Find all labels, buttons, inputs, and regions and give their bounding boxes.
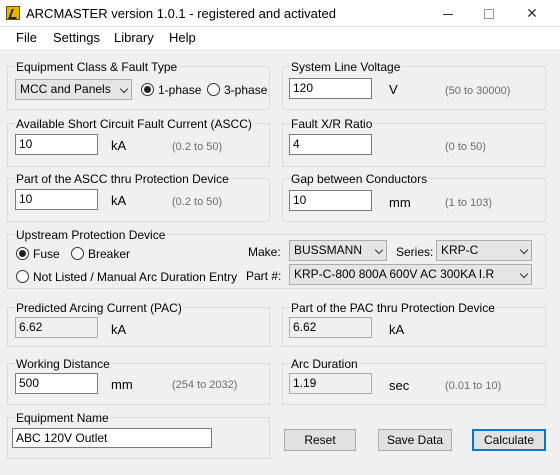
menu-settings[interactable]: Settings	[53, 30, 100, 45]
arc-duration-unit: sec	[389, 378, 410, 393]
manual-arc-label[interactable]: Not Listed / Manual Arc Duration Entry	[33, 270, 237, 284]
arc-duration-range: (0.01 to 10)	[445, 380, 502, 392]
window-title: ARCMASTER version 1.0.1 - registered and…	[26, 6, 336, 21]
close-button[interactable]: ✕	[510, 2, 554, 24]
xr-ratio-label: Fault X/R Ratio	[290, 117, 374, 131]
arc-duration-output: 1.19	[289, 373, 372, 394]
calculate-button[interactable]: Calculate	[472, 429, 546, 451]
part-select[interactable]: KRP-C-800 800A 600V AC 300KA I.R	[289, 264, 532, 285]
gap-label: Gap between Conductors	[290, 172, 429, 186]
working-distance-label: Working Distance	[15, 357, 111, 371]
menu-bar: File Settings Library Help	[0, 27, 560, 49]
fuse-radio[interactable]	[16, 247, 29, 260]
title-bar: ARCMASTER version 1.0.1 - registered and…	[0, 0, 560, 27]
ascc-part-unit: kA	[111, 193, 127, 208]
series-label: Series:	[396, 245, 434, 259]
series-value: KRP-C	[441, 243, 479, 257]
pac-part-output: 6.62	[289, 317, 372, 338]
menu-library[interactable]: Library	[114, 30, 154, 45]
make-select[interactable]: BUSSMANN	[289, 240, 387, 261]
working-distance-unit: mm	[111, 377, 133, 392]
menu-help[interactable]: Help	[169, 30, 196, 45]
ascc-range: (0.2 to 50)	[172, 141, 223, 153]
manual-arc-radio[interactable]	[16, 270, 29, 283]
system-voltage-range: (50 to 30000)	[445, 85, 511, 97]
three-phase-radio[interactable]	[207, 83, 220, 96]
menu-file[interactable]: File	[16, 30, 37, 45]
equipment-name-input[interactable]: ABC 120V Outlet	[12, 428, 212, 448]
equipment-class-label: Equipment Class & Fault Type	[15, 60, 179, 74]
one-phase-label[interactable]: 1-phase	[158, 83, 201, 97]
chevron-down-icon	[119, 84, 129, 94]
chevron-down-icon	[374, 245, 384, 255]
reset-button[interactable]: Reset	[284, 429, 356, 451]
chevron-down-icon	[519, 269, 529, 279]
working-distance-range: (254 to 2032)	[172, 379, 238, 391]
part-label: Part #:	[246, 269, 282, 283]
app-logo-icon	[6, 6, 20, 20]
ascc-part-input[interactable]: 10	[15, 189, 98, 210]
xr-ratio-input[interactable]: 4	[289, 134, 372, 155]
upstream-device-label: Upstream Protection Device	[15, 228, 167, 242]
working-distance-input[interactable]: 500	[15, 373, 98, 394]
close-icon: ✕	[526, 5, 538, 21]
fuse-label[interactable]: Fuse	[33, 247, 60, 261]
breaker-radio[interactable]	[71, 247, 84, 260]
equipment-class-value: MCC and Panels	[20, 82, 111, 96]
maximize-button[interactable]	[467, 2, 511, 24]
minimize-icon	[443, 13, 453, 15]
save-data-button[interactable]: Save Data	[378, 429, 452, 451]
gap-range: (1 to 103)	[445, 197, 493, 209]
pac-output: 6.62	[15, 317, 98, 338]
minimize-button[interactable]	[426, 2, 470, 24]
equipment-name-label: Equipment Name	[15, 411, 110, 425]
ascc-unit: kA	[111, 138, 127, 153]
pac-part-label: Part of the PAC thru Protection Device	[290, 301, 496, 315]
make-label: Make:	[248, 245, 281, 259]
series-select[interactable]: KRP-C	[436, 240, 532, 261]
chevron-down-icon	[519, 245, 529, 255]
main-form: Equipment Class & Fault Type MCC and Pan…	[0, 50, 560, 475]
maximize-icon	[484, 9, 494, 20]
gap-unit: mm	[389, 195, 411, 210]
equipment-class-select[interactable]: MCC and Panels	[15, 79, 132, 100]
ascc-label: Available Short Circuit Fault Current (A…	[15, 117, 253, 131]
breaker-label[interactable]: Breaker	[88, 247, 130, 261]
make-value: BUSSMANN	[294, 243, 363, 257]
ascc-part-label: Part of the ASCC thru Protection Device	[15, 172, 230, 186]
system-voltage-input[interactable]: 120	[289, 78, 372, 99]
system-voltage-unit: V	[389, 82, 398, 97]
xr-ratio-range: (0 to 50)	[445, 141, 486, 153]
system-voltage-label: System Line Voltage	[290, 60, 402, 74]
ascc-part-range: (0.2 to 50)	[172, 196, 223, 208]
three-phase-label[interactable]: 3-phase	[224, 83, 267, 97]
ascc-input[interactable]: 10	[15, 134, 98, 155]
pac-unit: kA	[111, 322, 127, 337]
gap-input[interactable]: 10	[289, 190, 372, 211]
arc-duration-label: Arc Duration	[290, 357, 359, 371]
part-value: KRP-C-800 800A 600V AC 300KA I.R	[294, 267, 495, 281]
pac-part-unit: kA	[389, 322, 405, 337]
pac-label: Predicted Arcing Current (PAC)	[15, 301, 183, 315]
one-phase-radio[interactable]	[141, 83, 154, 96]
